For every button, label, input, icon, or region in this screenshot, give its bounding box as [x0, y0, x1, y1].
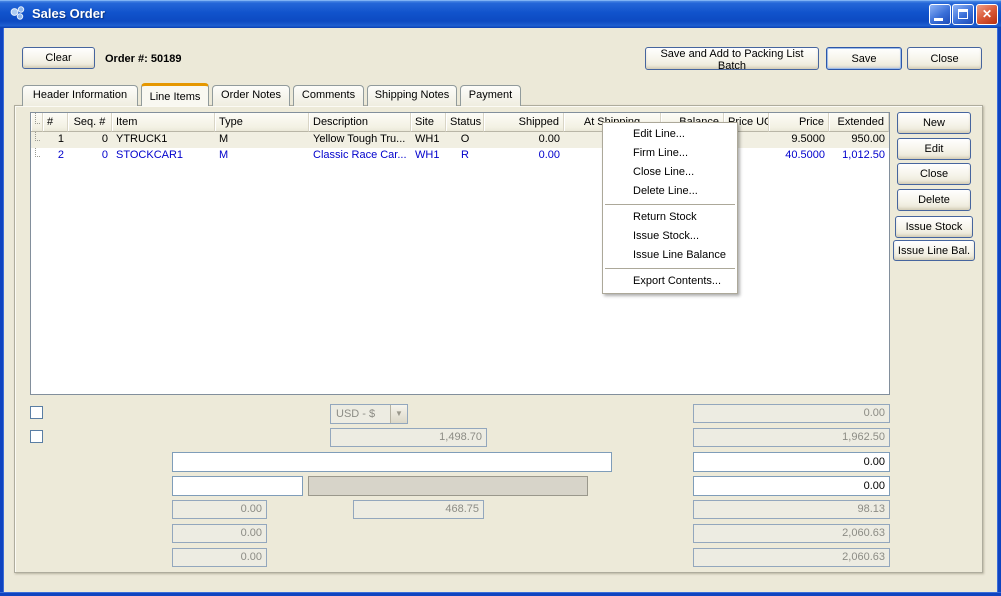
sales-order-window: Sales Order ✕ Clear Order #: 50189 Save …: [0, 0, 1001, 596]
col-header-description[interactable]: Description: [309, 113, 411, 132]
misc-charge-description-input[interactable]: [172, 452, 612, 472]
edit-button[interactable]: Edit: [897, 138, 971, 160]
menu-item-export-contents[interactable]: Export Contents...: [603, 272, 737, 291]
minimize-button-icon[interactable]: [929, 4, 951, 25]
table-header-row: # Seq. # Item Type Description Site Stat…: [31, 113, 889, 132]
cell-price: 9.5000: [769, 132, 829, 148]
tab-payment[interactable]: Payment: [460, 85, 521, 106]
show-canceled-line-items-checkbox[interactable]: [30, 430, 43, 443]
titlebar: Sales Order ✕: [0, 0, 1001, 28]
clear-button[interactable]: Clear: [22, 47, 95, 69]
cell-type: M: [215, 132, 309, 148]
cell-item: YTRUCK1: [112, 132, 215, 148]
balance-field: 2,060.63: [693, 548, 890, 567]
col-header-shipped[interactable]: Shipped: [484, 113, 564, 132]
table-row[interactable]: 1 0 YTRUCK1 M Yellow Tough Tru... WH1 O …: [31, 132, 889, 148]
freight-input[interactable]: [693, 476, 890, 496]
col-header-num[interactable]: #: [43, 113, 68, 132]
cell-num: 2: [43, 148, 68, 164]
cell-status: R: [446, 148, 484, 164]
misc-charge-sales-account-input[interactable]: [172, 476, 303, 496]
misc-charge-sales-account-description-field: [308, 476, 588, 496]
menu-separator: [605, 204, 735, 205]
menu-item-edit-line[interactable]: Edit Line...: [603, 125, 737, 144]
cell-item: STOCKCAR1: [112, 148, 215, 164]
misc-charge-input[interactable]: [693, 452, 890, 472]
close-glyph: ✕: [977, 5, 997, 24]
cell-type: M: [215, 148, 309, 164]
cell-description: Classic Race Car...: [309, 148, 411, 164]
at-shipping-field: 0.00: [693, 404, 890, 423]
menu-item-firm-line[interactable]: Firm Line...: [603, 144, 737, 163]
tax-field: 98.13: [693, 500, 890, 519]
total-field: 2,060.63: [693, 524, 890, 543]
save-button[interactable]: Save: [826, 47, 902, 70]
row-handle: [31, 132, 43, 148]
menu-item-delete-line[interactable]: Delete Line...: [603, 182, 737, 201]
col-header-extended[interactable]: Extended: [829, 113, 889, 132]
issue-line-bal-button[interactable]: Issue Line Bal.: [893, 240, 975, 261]
order-number-label: Order #: 50189: [105, 53, 181, 65]
col-header-site[interactable]: Site: [411, 113, 446, 132]
window-border-right: [997, 28, 1001, 596]
save-and-add-button[interactable]: Save and Add to Packing List Batch: [645, 47, 819, 70]
allocated-credit-field: 0.00: [172, 500, 267, 519]
col-header-seq[interactable]: Seq. #: [68, 113, 112, 132]
col-header-item[interactable]: Item: [112, 113, 215, 132]
cell-status: O: [446, 132, 484, 148]
close-button-icon[interactable]: ✕: [976, 4, 998, 25]
menu-item-return-stock[interactable]: Return Stock: [603, 208, 737, 227]
menu-item-issue-line-balance[interactable]: Issue Line Balance: [603, 246, 737, 265]
cell-description: Yellow Tough Tru...: [309, 132, 411, 148]
close-line-button[interactable]: Close: [897, 163, 971, 185]
window-border-left: [0, 28, 4, 596]
currency-value: USD - $: [336, 408, 375, 420]
new-button[interactable]: New: [897, 112, 971, 134]
cell-seq: 0: [68, 132, 112, 148]
cell-seq: 0: [68, 148, 112, 164]
require-sufficient-inventory-checkbox[interactable]: [30, 406, 43, 419]
context-menu: Edit Line... Firm Line... Close Line... …: [602, 122, 738, 294]
window-border-bottom: [0, 592, 1001, 596]
close-window-button[interactable]: Close: [907, 47, 982, 70]
authorized-cc-payments-field: 0.00: [172, 548, 267, 567]
tab-shipping-notes[interactable]: Shipping Notes: [367, 85, 457, 106]
chevron-down-icon: ▼: [390, 405, 407, 423]
col-header-type[interactable]: Type: [215, 113, 309, 132]
tab-comments[interactable]: Comments: [293, 85, 364, 106]
currency-select: USD - $ ▼: [330, 404, 408, 424]
app-icon: [9, 5, 27, 23]
cell-site: WH1: [411, 148, 446, 164]
menu-item-close-line[interactable]: Close Line...: [603, 163, 737, 182]
menu-item-issue-stock[interactable]: Issue Stock...: [603, 227, 737, 246]
cell-extended: 950.00: [829, 132, 889, 148]
menu-separator: [605, 268, 735, 269]
window-title: Sales Order: [32, 0, 105, 28]
subtotal-field: 1,962.50: [693, 428, 890, 447]
cell-num: 1: [43, 132, 68, 148]
outstanding-credit-field: 0.00: [172, 524, 267, 543]
tab-order-notes[interactable]: Order Notes: [212, 85, 290, 106]
margin-field: 1,498.70: [330, 428, 487, 447]
maximize-glyph: [958, 9, 968, 19]
tab-header-information[interactable]: Header Information: [22, 85, 138, 106]
cell-extended: 1,012.50: [829, 148, 889, 164]
col-header-price[interactable]: Price: [769, 113, 829, 132]
cell-shipped: 0.00: [484, 148, 564, 164]
minimize-glyph: [934, 18, 943, 21]
issue-stock-button[interactable]: Issue Stock: [895, 216, 973, 238]
delete-button[interactable]: Delete: [897, 189, 971, 211]
freight-weight-field: 468.75: [353, 500, 484, 519]
tab-line-items[interactable]: Line Items: [141, 83, 209, 106]
table-row[interactable]: 2 0 STOCKCAR1 M Classic Race Car... WH1 …: [31, 148, 889, 164]
maximize-button-icon[interactable]: [952, 4, 974, 25]
cell-site: WH1: [411, 132, 446, 148]
line-items-table: # Seq. # Item Type Description Site Stat…: [30, 112, 890, 395]
cell-shipped: 0.00: [484, 132, 564, 148]
col-header-status[interactable]: Status: [446, 113, 484, 132]
header-gutter: [31, 113, 43, 132]
row-handle: [31, 148, 43, 164]
cell-price: 40.5000: [769, 148, 829, 164]
